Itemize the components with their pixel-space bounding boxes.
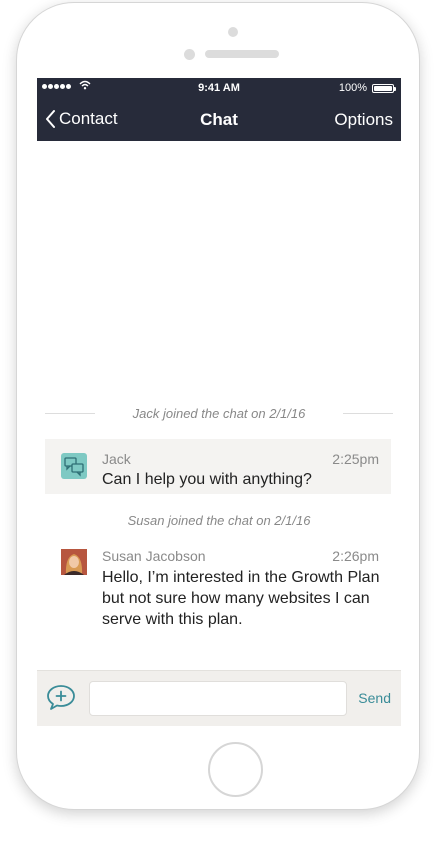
message-text: Can I help you with anything? xyxy=(102,471,312,488)
battery-percent: 100% xyxy=(338,82,367,94)
chat-screen: 9:41 AM 100% Contact Chat Options Jack j… xyxy=(37,78,401,726)
message-sender: Jack xyxy=(102,451,131,467)
sensor-dot xyxy=(184,49,195,60)
header: 9:41 AM 100% Contact Chat Options xyxy=(37,78,401,141)
message-item[interactable]: Susan Jacobson 2:26pm Hello, I’m interes… xyxy=(45,538,391,638)
message-time: 2:26pm xyxy=(332,548,379,564)
avatar xyxy=(61,549,87,575)
options-button[interactable]: Options xyxy=(334,110,393,130)
chat-bubbles-icon xyxy=(61,453,87,479)
system-event: Susan joined the chat on 2/1/16 xyxy=(127,513,311,528)
home-button[interactable] xyxy=(208,742,263,797)
message-text: Hello, I’m interested in the Growth Plan… xyxy=(102,569,380,628)
send-button[interactable]: Send xyxy=(358,690,391,706)
status-bar: 9:41 AM 100% xyxy=(37,78,401,98)
camera-dot xyxy=(228,27,238,37)
message-time: 2:25pm xyxy=(332,451,379,467)
message-item[interactable]: Jack 2:25pm Can I help you with anything… xyxy=(45,439,391,494)
battery-icon xyxy=(372,84,396,93)
compose-bar: Send xyxy=(37,670,401,726)
system-event: Jack joined the chat on 2/1/16 xyxy=(132,406,306,421)
message-sender: Susan Jacobson xyxy=(102,548,206,564)
add-chat-icon[interactable] xyxy=(46,683,76,711)
message-input[interactable] xyxy=(89,681,347,716)
speaker-grille xyxy=(205,50,279,58)
